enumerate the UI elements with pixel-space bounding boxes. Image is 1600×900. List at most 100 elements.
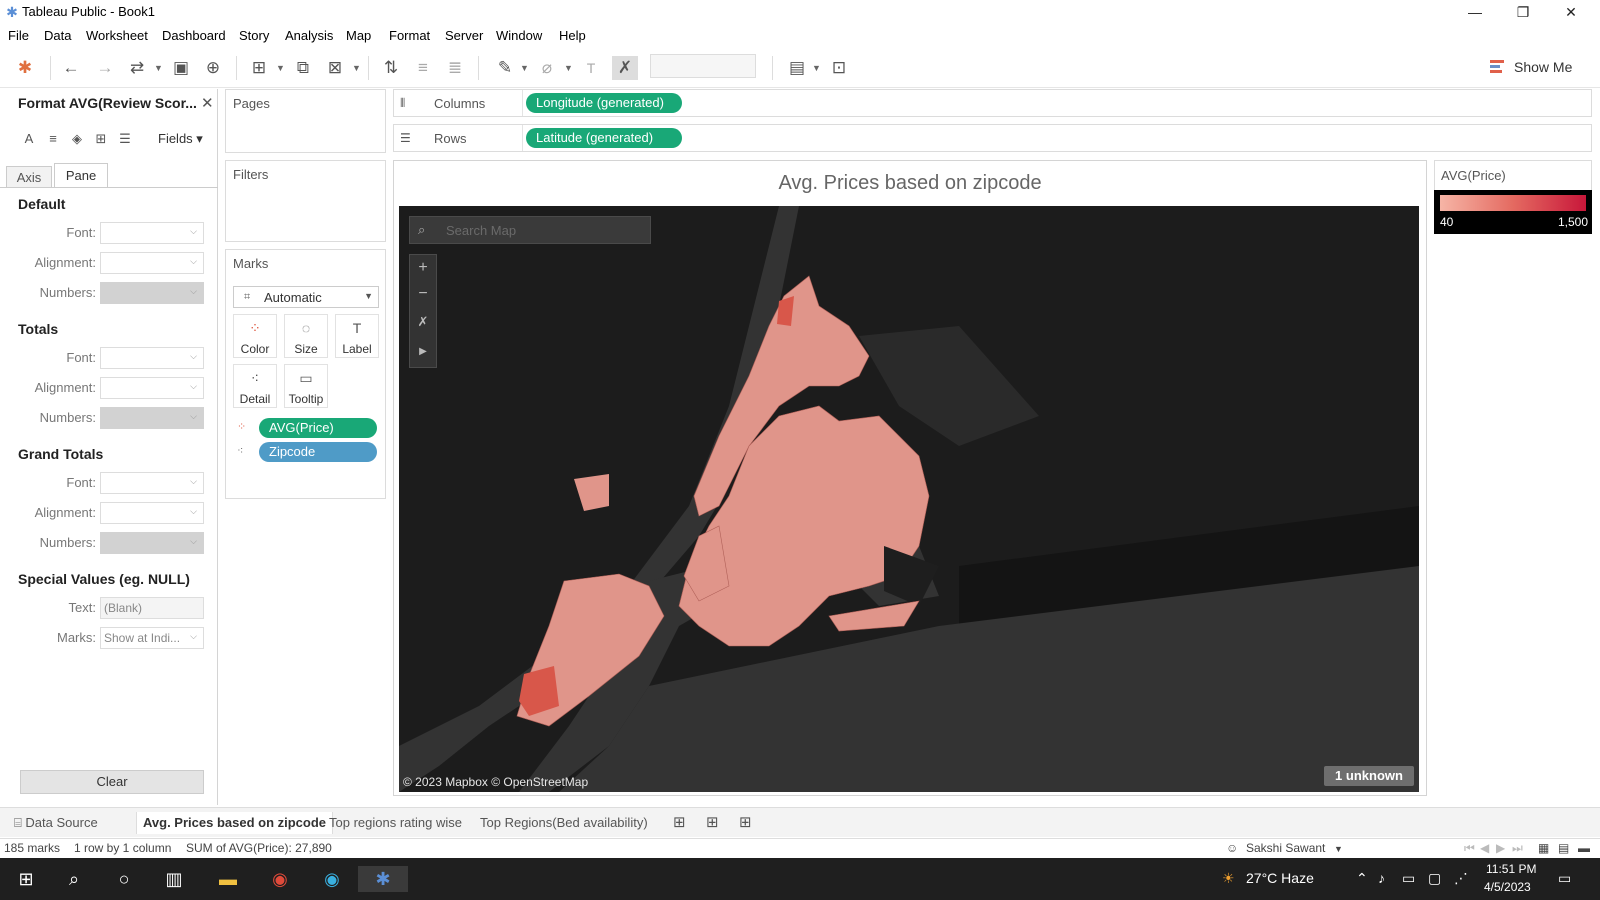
columns-shelf[interactable]: ⦀ Columns Longitude (generated): [393, 89, 1592, 117]
presentation-mode-icon[interactable]: ⊡: [826, 56, 852, 80]
clock-date[interactable]: 4/5/2023: [1484, 880, 1531, 894]
show-mark-labels-icon[interactable]: T: [578, 56, 604, 80]
chevron-down-icon[interactable]: ▼: [352, 56, 361, 80]
duplicate-sheet-icon[interactable]: ⧉: [290, 56, 316, 80]
totals-numbers-select[interactable]: ⌵: [100, 407, 204, 429]
detail-button[interactable]: ⁖ Detail: [233, 364, 277, 408]
highlight-icon[interactable]: ✎: [492, 56, 518, 80]
fit-dropdown[interactable]: [650, 54, 756, 78]
undo-icon[interactable]: ←: [58, 56, 84, 80]
show-me-button[interactable]: Show Me: [1490, 56, 1594, 80]
cortana-icon[interactable]: ○: [110, 866, 138, 892]
default-alignment-select[interactable]: ⌵: [100, 252, 204, 274]
fields-dropdown[interactable]: Fields ▾: [158, 131, 203, 147]
close-icon[interactable]: ✕: [201, 94, 214, 112]
grand-totals-font-select[interactable]: ⌵: [100, 472, 204, 494]
tableau-taskbar-icon[interactable]: ✱: [358, 866, 408, 892]
color-button[interactable]: ⁘ Color: [233, 314, 277, 358]
shading-format-icon[interactable]: ◈: [68, 130, 86, 148]
chevron-down-icon[interactable]: ▼: [154, 56, 163, 80]
menu-server[interactable]: Server: [445, 28, 483, 43]
borders-format-icon[interactable]: ⊞: [92, 130, 110, 148]
tab-axis[interactable]: Axis: [6, 166, 52, 188]
show-cards-icon[interactable]: ▤: [784, 56, 810, 80]
notifications-icon[interactable]: ▭: [1558, 870, 1571, 887]
file-explorer-icon[interactable]: ▬: [214, 866, 242, 892]
menu-file[interactable]: File: [8, 28, 29, 43]
map-attribution[interactable]: © 2023 Mapbox © OpenStreetMap: [403, 775, 588, 789]
menu-window[interactable]: Window: [496, 28, 542, 43]
new-data-source-icon[interactable]: ⊕: [200, 56, 226, 80]
new-worksheet-icon[interactable]: ⊞: [667, 812, 692, 834]
chevron-down-icon[interactable]: ▼: [276, 56, 285, 80]
longitude-pill[interactable]: Longitude (generated): [526, 93, 682, 113]
zipcode-pill[interactable]: Zipcode: [259, 442, 377, 462]
maximize-button[interactable]: ❐: [1500, 0, 1546, 24]
weather-text[interactable]: 27°C Haze: [1246, 870, 1314, 886]
chevron-down-icon[interactable]: ▼: [520, 56, 529, 80]
show-hidden-icons-icon[interactable]: ⌃: [1356, 870, 1368, 887]
default-numbers-select[interactable]: ⌵: [100, 282, 204, 304]
chrome-icon[interactable]: ◉: [266, 866, 294, 892]
tooltip-button[interactable]: ▭ Tooltip: [284, 364, 328, 408]
unknown-indicator[interactable]: 1 unknown: [1324, 766, 1414, 786]
filmstrip-icon[interactable]: ▤: [1558, 841, 1569, 855]
special-text-input[interactable]: (Blank): [100, 597, 204, 619]
sort-ascending-icon[interactable]: ≡: [410, 56, 436, 80]
default-font-select[interactable]: ⌵: [100, 222, 204, 244]
wifi-icon[interactable]: ⋰: [1454, 870, 1468, 887]
font-format-icon[interactable]: A: [20, 130, 38, 148]
save-icon[interactable]: ▣: [168, 56, 194, 80]
tabs-view-icon[interactable]: ▬: [1578, 841, 1590, 855]
redo-icon[interactable]: →: [92, 56, 118, 80]
data-source-tab[interactable]: ⌸ Data Source: [8, 812, 104, 834]
battery-icon[interactable]: ▭: [1402, 870, 1415, 887]
mark-type-dropdown[interactable]: ⌗ Automatic ▼: [233, 286, 379, 308]
sort-descending-icon[interactable]: ≣: [442, 56, 468, 80]
map[interactable]: [399, 206, 1419, 792]
rows-shelf[interactable]: ☰ Rows Latitude (generated): [393, 124, 1592, 152]
user-name[interactable]: Sakshi Sawant: [1246, 841, 1325, 855]
prev-sheet-icon[interactable]: ◀: [1480, 841, 1489, 855]
sheet-tab[interactable]: Top Regions(Bed availability): [474, 812, 654, 834]
first-sheet-icon[interactable]: ⏮: [1464, 841, 1475, 856]
edge-icon[interactable]: ◉: [318, 866, 346, 892]
alignment-format-icon[interactable]: ≡: [44, 130, 62, 148]
menu-map[interactable]: Map: [346, 28, 371, 43]
totals-alignment-select[interactable]: ⌵: [100, 377, 204, 399]
group-members-icon[interactable]: ⌀: [534, 56, 560, 80]
sheet-tab[interactable]: Avg. Prices based on zipcode: [136, 812, 334, 834]
task-view-icon[interactable]: ▥: [160, 866, 188, 892]
windows-start-icon[interactable]: ⊞: [12, 866, 40, 892]
last-sheet-icon[interactable]: ⏭: [1512, 841, 1523, 856]
search-map-input[interactable]: ⌕ Search Map: [409, 216, 651, 244]
grand-totals-alignment-select[interactable]: ⌵: [100, 502, 204, 524]
new-worksheet-icon[interactable]: ⊞: [246, 56, 272, 80]
tableau-home-icon[interactable]: ✱: [12, 56, 38, 80]
close-button[interactable]: ✕: [1548, 0, 1594, 24]
search-icon[interactable]: ⌕: [60, 866, 88, 892]
device-icon[interactable]: ▢: [1428, 870, 1441, 887]
grand-totals-numbers-select[interactable]: ⌵: [100, 532, 204, 554]
tab-pane[interactable]: Pane: [54, 163, 108, 188]
filters-card[interactable]: Filters: [225, 160, 386, 242]
sheet-tab[interactable]: Top regions rating wise: [323, 812, 468, 834]
new-story-icon[interactable]: ⊞: [733, 812, 758, 834]
chevron-down-icon[interactable]: ▼: [1334, 844, 1343, 854]
menu-story[interactable]: Story: [239, 28, 269, 43]
pan-tool-icon[interactable]: ✗: [410, 309, 436, 335]
menu-format[interactable]: Format: [389, 28, 430, 43]
menu-help[interactable]: Help: [559, 28, 586, 43]
chevron-down-icon[interactable]: ▼: [812, 56, 821, 80]
swap-rows-columns-icon[interactable]: ⇅: [378, 56, 404, 80]
fix-axes-icon[interactable]: ✗: [612, 56, 638, 80]
menu-dashboard[interactable]: Dashboard: [162, 28, 226, 43]
avg-price-pill[interactable]: AVG(Price): [259, 418, 377, 438]
clear-sheet-icon[interactable]: ⊠: [322, 56, 348, 80]
clock-time[interactable]: 11:51 PM: [1486, 862, 1536, 876]
menu-analysis[interactable]: Analysis: [285, 28, 333, 43]
sheet-sorter-icon[interactable]: ▦: [1538, 841, 1549, 855]
special-marks-select[interactable]: Show at Indi... ⌵: [100, 627, 204, 649]
chevron-down-icon[interactable]: ▼: [564, 56, 573, 80]
expand-toolbar-icon[interactable]: ▶: [410, 339, 436, 365]
